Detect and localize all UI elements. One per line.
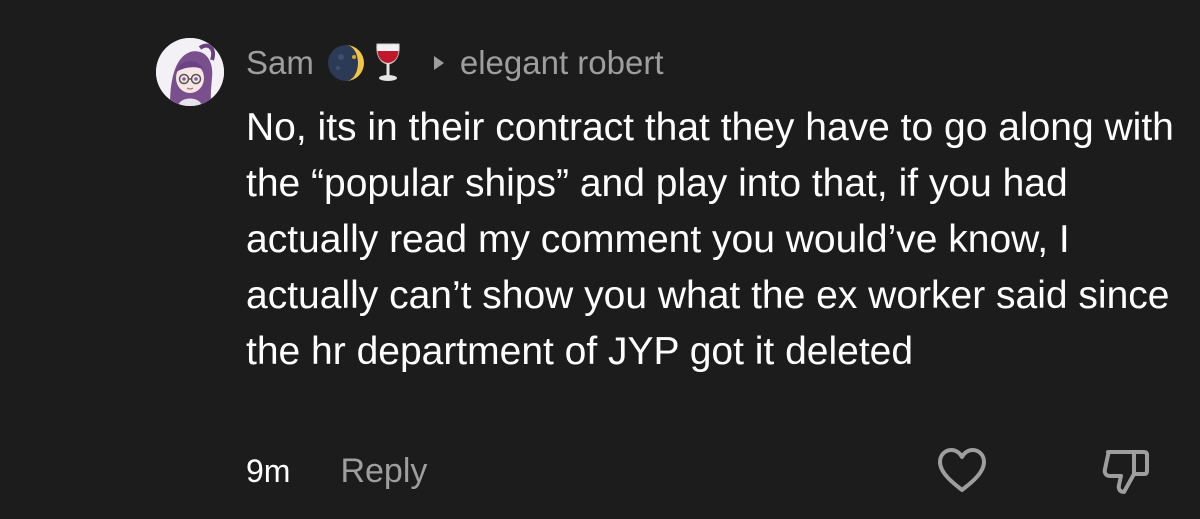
- avatar[interactable]: [156, 38, 224, 106]
- moon-icon: [327, 45, 364, 81]
- wine-glass-icon: [376, 43, 400, 81]
- dislike-button[interactable]: [1100, 446, 1152, 496]
- thumbs-down-icon: [1102, 450, 1149, 494]
- comment-text: No, its in their contract that they have…: [246, 106, 1174, 373]
- comment-timestamp: 9m: [246, 452, 291, 489]
- comment-footer: 9m Reply: [246, 448, 427, 494]
- badge-emojis: [326, 41, 406, 85]
- heart-icon: [938, 448, 986, 492]
- reply-arrow-icon: [432, 54, 446, 72]
- avatar-anime-girl-icon: [156, 38, 224, 106]
- reply-to-username[interactable]: elegant robert: [460, 44, 664, 82]
- username[interactable]: Sam: [246, 44, 314, 82]
- reply-button[interactable]: Reply: [340, 452, 427, 491]
- comment-header: Sam elegant robert: [246, 40, 664, 86]
- like-button[interactable]: [936, 446, 988, 494]
